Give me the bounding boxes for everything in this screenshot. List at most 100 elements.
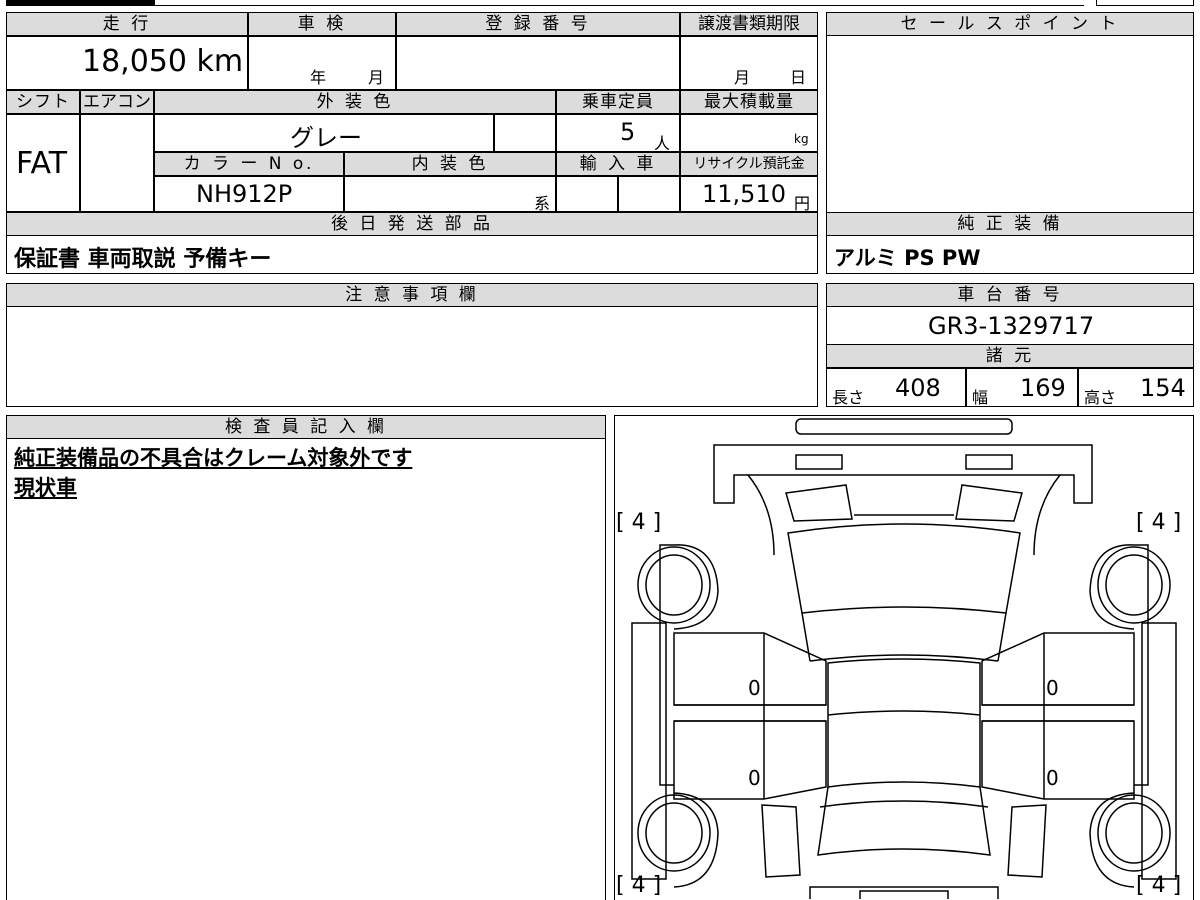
door-front-left-mark: 0 [748,676,761,700]
top-black-tab [6,0,154,6]
color-no-value: NH912P [196,180,293,208]
width-value: 169 [1020,374,1066,402]
front-vent-right [955,484,1023,522]
inspection-month: 月 [368,68,385,87]
header-transfer-deadline: 譲渡書類期限 [680,12,818,36]
header-notes: 注 意 事 項 欄 [6,283,818,307]
chassis-no-value: GR3-1329717 [928,312,1095,340]
rear-bumper [809,886,999,899]
recycle-amount: 11,510 [702,180,786,208]
header-color-no: カ ラ ー N o. [154,152,344,176]
door-rear-left-mark: 0 [748,766,761,790]
rear-arch-left [673,792,719,888]
side-strip-right-outer [1141,622,1177,880]
header-sales-point: セ ー ル ス ポ イ ン ト [826,12,1194,36]
tire-rear-left-label: [ 4 ] [616,873,662,898]
front-right-tire [1097,546,1171,624]
front-left-tire-inner [645,554,703,616]
header-import: 輸 入 車 [556,152,680,176]
length-value: 408 [895,374,941,402]
rear-right-tire [1097,794,1171,872]
header-registration: 登 録 番 号 [396,12,680,36]
front-bumper-shape [795,418,1013,435]
inspection-year: 年 [310,68,327,87]
height-label: 高さ [1084,388,1117,407]
front-vent-left [785,484,853,522]
mileage-value: 18,050 km [82,44,244,79]
front-fender-right [1033,474,1061,556]
capacity-unit: 人 [654,134,671,153]
body-side-left [659,544,674,786]
aircon-cell [80,114,154,212]
rear-pillar-line [819,800,989,808]
header-capacity: 乗車定員 [556,90,680,114]
rear-quarter-right [1007,804,1047,878]
header-chassis-no: 車 台 番 号 [826,283,1194,307]
tire-rear-right-label: [ 4 ] [1136,873,1182,898]
rear-bumper-inner [859,890,949,899]
header-shift: シフト [6,90,80,114]
inspector-block [6,415,606,900]
rear-window [817,786,991,856]
hood-outline [713,444,1093,504]
rear-left-tire-inner [645,802,703,864]
front-fender-left [747,474,775,556]
width-label: 幅 [972,388,989,407]
deadline-day: 日 [790,68,807,87]
shift-value: FAT [16,146,68,181]
header-exterior-color: 外 装 色 [154,90,556,114]
front-arch-right [1089,544,1135,630]
cowl-line [809,654,999,662]
exterior-color-extra-cell [494,114,556,152]
front-left-tire [637,546,711,624]
header-aircon: エアコン [80,90,154,114]
inspector-note-2: 現状車 [14,476,77,500]
header-max-load: 最大積載量 [680,90,818,114]
later-parts-value: 保証書 車両取説 予備キー [14,247,272,272]
door-rear-right-mark: 0 [1046,766,1059,790]
capacity-value: 5 [620,118,636,146]
rear-right-tire-inner [1105,802,1163,864]
side-strip-left-outer [631,622,667,880]
right-door-divider [982,704,1134,722]
interior-color-suffix: 系 [534,194,551,213]
exterior-color-value: グレー [290,124,362,152]
import-cell-left [556,176,618,212]
headlight-left-shape [795,454,843,470]
tire-front-right-label: [ 4 ] [1136,510,1182,535]
top-strip [154,0,1084,6]
height-value: 154 [1140,374,1186,402]
windshield [787,523,1021,614]
load-unit: kg [794,132,809,146]
header-genuine-equipment: 純 正 装 備 [826,212,1194,236]
rear-arch-right [1089,792,1135,888]
header-specs: 諸 元 [826,344,1194,368]
front-right-tire-inner [1105,554,1163,616]
recycle-unit: 円 [794,194,811,213]
import-cell-right [618,176,680,212]
door-front-right-mark: 0 [1046,676,1059,700]
header-inspection: 車 検 [248,12,396,36]
rear-left-tire [637,794,711,872]
inspector-note-1: 純正装備品の不具合はクレーム対象外です [14,446,413,470]
registration-cell [396,36,680,90]
body-side-right [1134,544,1149,786]
roof [827,658,981,788]
left-door-divider [674,704,826,722]
deadline-month: 月 [734,68,751,87]
header-interior-color: 内 装 色 [344,152,556,176]
car-diagram [631,418,1177,899]
tire-front-left-label: [ 4 ] [616,510,662,535]
header-later-parts: 後 日 発 送 部 品 [6,212,818,236]
length-label: 長さ [832,388,865,407]
top-strip-right [1096,0,1194,6]
genuine-equipment-value: アルミ PS PW [834,246,981,270]
headlight-right-shape [965,454,1013,470]
interior-color-cell [344,176,556,212]
header-inspector: 検 査 員 記 入 欄 [6,415,606,439]
front-arch-left [673,544,719,630]
header-mileage: 走 行 [6,12,248,36]
rear-quarter-left [761,804,801,878]
roof-line [827,710,981,716]
header-recycle: リサイクル預託金 [680,152,818,176]
